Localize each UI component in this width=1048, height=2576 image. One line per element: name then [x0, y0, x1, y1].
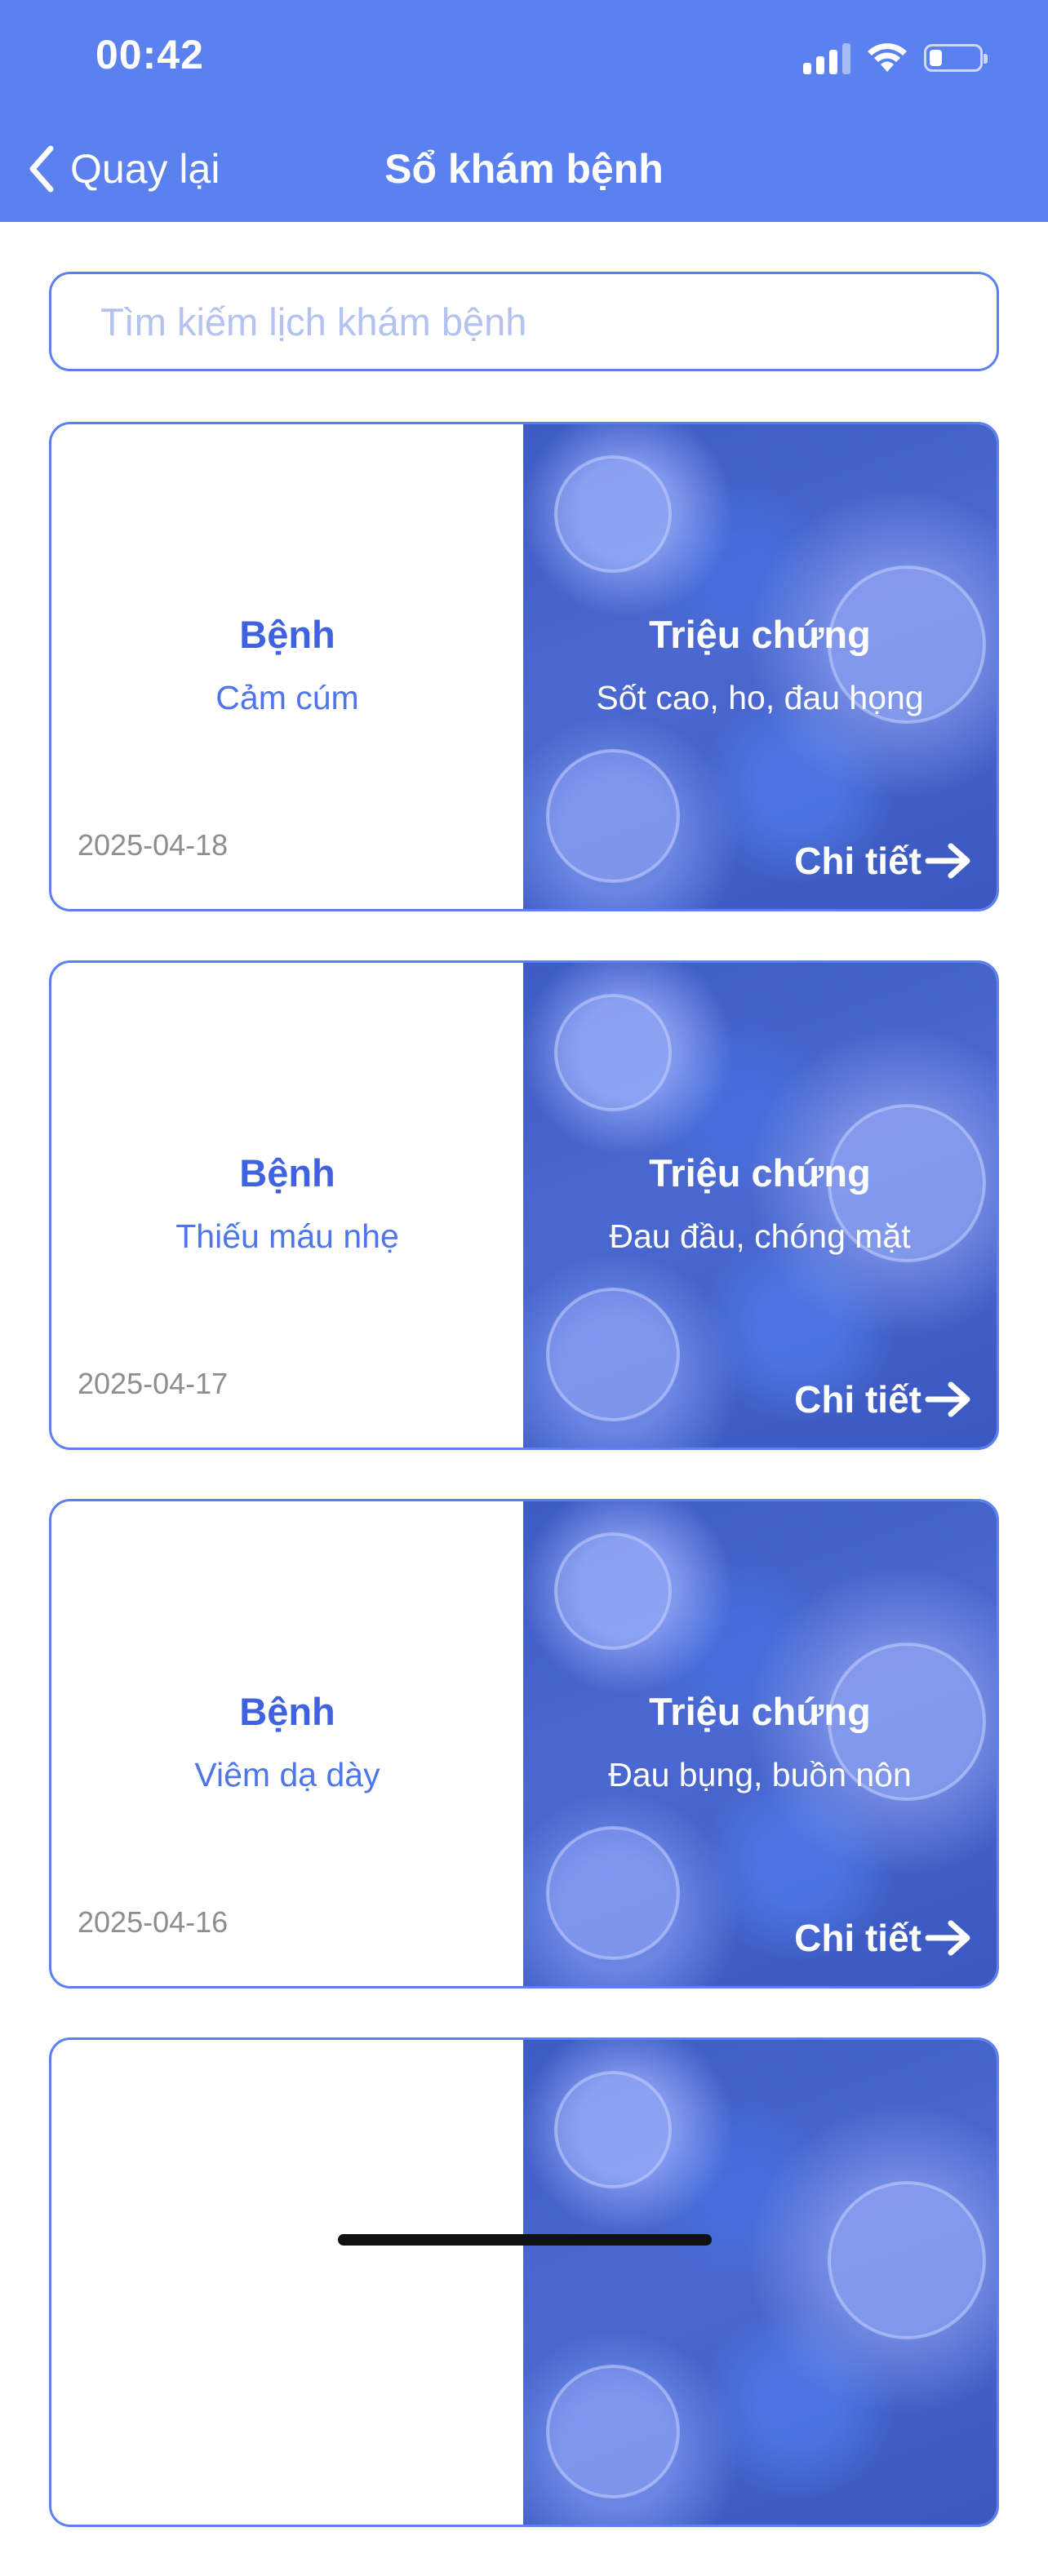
virus-pattern-icon — [546, 2071, 986, 2498]
search-input[interactable] — [51, 274, 997, 369]
record-card-left: Bệnh Cảm cúm 2025-04-18 — [51, 424, 523, 909]
virus-background-image: Triệu chứng Đau bụng, buồn nôn Chi tiết — [523, 1501, 997, 1986]
home-indicator[interactable] — [338, 2234, 712, 2246]
record-list: Bệnh Cảm cúm 2025-04-18 Triệu chứng Sốt … — [49, 422, 999, 2576]
symptoms-label: Triệu chứng — [649, 1690, 871, 1733]
arrow-right-icon — [925, 843, 970, 879]
status-time: 00:42 — [95, 32, 204, 78]
virus-background-image: Triệu chứng Sốt cao, ho, đau họng Chi ti… — [523, 424, 997, 909]
disease-value: Viêm dạ dày — [194, 1756, 380, 1793]
record-card[interactable] — [49, 2037, 999, 2527]
record-card[interactable]: Bệnh Viêm dạ dày 2025-04-16 Triệu chứng … — [49, 1499, 999, 1989]
detail-label: Chi tiết — [794, 1378, 921, 1421]
virus-background-image — [523, 2040, 997, 2525]
detail-button[interactable]: Chi tiết — [794, 1377, 972, 1421]
virus-background-image: Triệu chứng Đau đầu, chóng mặt Chi tiết — [523, 963, 997, 1448]
arrow-right-icon — [925, 1920, 970, 1956]
virus-pattern-icon — [546, 994, 986, 1421]
record-card-left — [51, 2040, 523, 2525]
symptoms-value: Đau đầu, chóng mặt — [609, 1217, 911, 1255]
disease-label: Bệnh — [239, 1690, 335, 1733]
detail-button[interactable]: Chi tiết — [794, 839, 972, 883]
symptoms-label: Triệu chứng — [649, 613, 871, 656]
symptoms-label: Triệu chứng — [649, 1151, 871, 1195]
detail-label: Chi tiết — [794, 840, 921, 882]
symptoms-value: Đau bụng, buồn nôn — [608, 1756, 912, 1793]
status-icons — [803, 39, 988, 77]
arrow-right-icon — [925, 1381, 970, 1417]
record-date: 2025-04-16 — [78, 1905, 229, 1939]
page-title: Sổ khám bệnh — [384, 146, 664, 192]
cellular-signal-icon — [803, 42, 850, 74]
detail-button[interactable]: Chi tiết — [794, 1916, 972, 1960]
record-date: 2025-04-18 — [78, 828, 229, 862]
record-card-left: Bệnh Viêm dạ dày 2025-04-16 — [51, 1501, 523, 1986]
disease-label: Bệnh — [239, 613, 335, 656]
record-date: 2025-04-17 — [78, 1367, 229, 1400]
search-box[interactable] — [49, 272, 999, 371]
battery-icon — [924, 44, 988, 72]
wifi-icon — [868, 43, 907, 72]
detail-label: Chi tiết — [794, 1917, 921, 1959]
disease-value: Cảm cúm — [215, 679, 359, 716]
record-card[interactable]: Bệnh Thiếu máu nhẹ 2025-04-17 Triệu chứn… — [49, 960, 999, 1450]
app-header: 00:42 Quay lại Sổ khám bệnh — [0, 0, 1048, 222]
battery-level — [930, 50, 942, 66]
disease-value: Thiếu máu nhẹ — [175, 1217, 399, 1255]
virus-pattern-icon — [546, 455, 986, 883]
virus-pattern-icon — [546, 1532, 986, 1960]
symptoms-value: Sốt cao, ho, đau họng — [596, 679, 924, 716]
record-card-left: Bệnh Thiếu máu nhẹ 2025-04-17 — [51, 963, 523, 1448]
disease-label: Bệnh — [239, 1151, 335, 1195]
record-card[interactable]: Bệnh Cảm cúm 2025-04-18 Triệu chứng Sốt … — [49, 422, 999, 911]
